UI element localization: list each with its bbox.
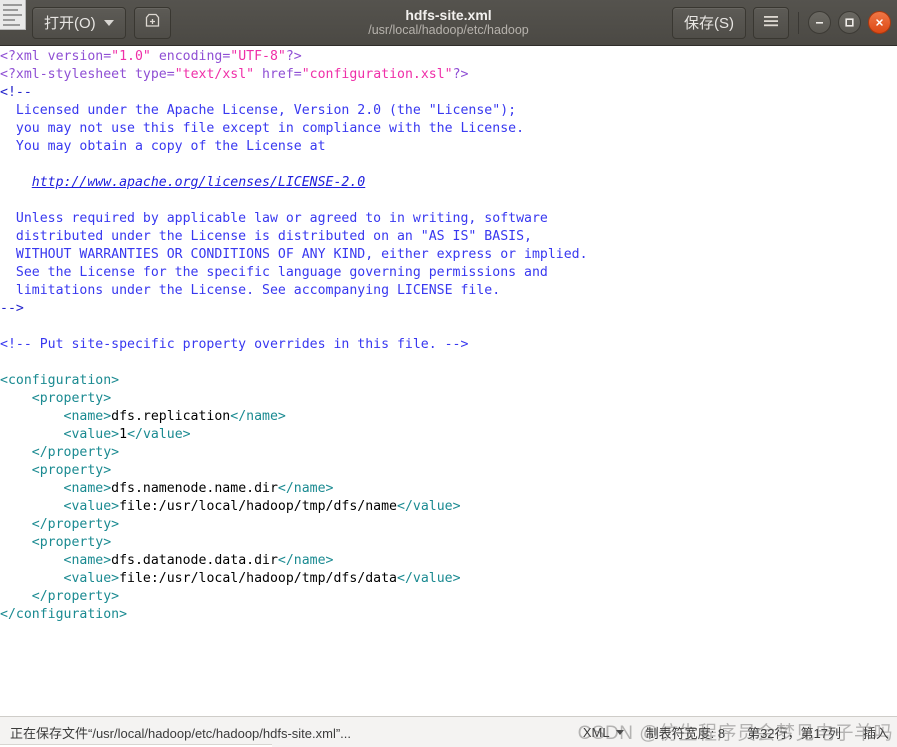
license-comment-line-6: WITHOUT WARRANTIES OR CONDITIONS OF ANY … xyxy=(0,247,588,262)
configuration-close-tag: </configuration> xyxy=(0,607,128,622)
license-comment-line-4: Unless required by applicable law or agr… xyxy=(0,211,548,226)
xml-decl-value-encoding: "UTF-8" xyxy=(230,49,286,64)
insert-mode-label: 插入 xyxy=(862,725,889,741)
property-1-value-close: </value> xyxy=(127,427,191,442)
property-3-name-close: </name> xyxy=(277,553,334,568)
license-comment-line-5: distributed under the License is distrib… xyxy=(0,229,532,244)
license-link-indent xyxy=(0,175,32,190)
stylesheet-pi-close: ?> xyxy=(452,67,469,82)
xml-declaration-close: ?> xyxy=(285,49,302,64)
property-2-name-open: <name> xyxy=(0,481,112,496)
xml-decl-value-version: "1.0" xyxy=(111,49,151,64)
save-button[interactable]: 保存(S) xyxy=(672,6,746,39)
stylesheet-attr-href: href= xyxy=(254,67,302,82)
file-name-title: hdfs-site.xml xyxy=(405,7,492,23)
property-1-name-text: dfs.replication xyxy=(111,409,231,424)
save-icon-button[interactable] xyxy=(133,6,171,39)
minimize-button[interactable] xyxy=(808,11,831,34)
property-3-value-text: file:/usr/local/hadoop/tmp/dfs/data xyxy=(119,571,397,586)
property-1-value-open: <value> xyxy=(63,427,120,442)
property-3-open-tag: <property> xyxy=(0,535,112,550)
tab-width-label: 制表符宽度: 8 xyxy=(645,725,726,741)
property-1-value-indent xyxy=(0,427,64,442)
property-2-open-tag: <property> xyxy=(0,463,112,478)
property-2-name-close: </name> xyxy=(277,481,334,496)
insert-mode-indicator[interactable]: 插入 xyxy=(863,723,889,742)
property-3-value-indent xyxy=(0,571,64,586)
maximize-icon xyxy=(844,17,855,28)
titlebar-right-group: 保存(S) xyxy=(672,6,891,39)
xml-decl-attr-version: version= xyxy=(47,49,112,64)
property-2-value-open: <value> xyxy=(63,499,120,514)
hamburger-menu-icon xyxy=(763,14,779,32)
license-comment-close: --> xyxy=(0,301,24,316)
property-3-close-tag: </property> xyxy=(0,589,120,604)
property-1-open-tag: <property> xyxy=(0,391,112,406)
property-1-name-close: </name> xyxy=(230,409,286,424)
chevron-down-icon xyxy=(615,729,624,735)
license-comment-open: <!-- xyxy=(0,85,32,100)
language-selector[interactable]: XML xyxy=(583,725,624,740)
license-comment-line-1: Licensed under the Apache License, Versi… xyxy=(0,103,517,118)
cursor-position-indicator[interactable]: 第32行，第17列 xyxy=(747,723,841,742)
open-button-label: 打开(O) xyxy=(44,15,96,32)
property-2-close-tag: </property> xyxy=(0,517,120,532)
status-message: 正在保存文件“/usr/local/hadoop/etc/hadoop/hdfs… xyxy=(10,725,352,741)
status-bar-right-group: XML 制表符宽度: 8 第32行，第17列 插入 xyxy=(583,723,897,742)
apache-license-url-link[interactable]: http://www.apache.org/licenses/LICENSE-2… xyxy=(32,175,365,190)
stylesheet-value-href: "configuration.xsl" xyxy=(301,67,453,82)
property-3-value-close: </value> xyxy=(397,571,461,586)
titlebar-divider xyxy=(798,11,799,34)
property-1-name-open: <name> xyxy=(0,409,112,424)
xml-declaration-open: <?xml xyxy=(0,49,48,64)
property-3-name-text: dfs.datanode.data.dir xyxy=(111,553,278,568)
document-icon xyxy=(0,0,26,30)
property-3-value-open: <value> xyxy=(63,571,120,586)
save-button-label: 保存(S) xyxy=(684,15,734,32)
stylesheet-value-type: "text/xsl" xyxy=(174,67,255,82)
license-comment-line-3: You may obtain a copy of the License at xyxy=(0,139,326,154)
cursor-position-label: 第32行，第17列 xyxy=(747,725,841,741)
license-comment-line-7: See the License for the specific languag… xyxy=(0,265,548,280)
save-disk-icon xyxy=(144,12,161,33)
titlebar-left-group: 打开(O) xyxy=(6,6,171,39)
xml-source-code[interactable]: <?xml version="1.0" encoding="UTF-8"?> <… xyxy=(0,46,897,624)
chevron-down-icon xyxy=(103,19,114,26)
property-2-value-close: </value> xyxy=(397,499,461,514)
property-1-value-text: 1 xyxy=(119,427,128,442)
property-2-value-text: file:/usr/local/hadoop/tmp/dfs/name xyxy=(119,499,397,514)
stylesheet-pi-open: <?xml-stylesheet xyxy=(0,67,135,82)
file-path-subtitle: /usr/local/hadoop/etc/hadoop xyxy=(368,23,529,37)
close-icon xyxy=(874,17,885,28)
tab-width-selector[interactable]: 制表符宽度: 8 xyxy=(646,723,725,742)
property-1-close-tag: </property> xyxy=(0,445,120,460)
status-bar: 正在保存文件“/usr/local/hadoop/etc/hadoop/hdfs… xyxy=(0,716,897,747)
text-editor-area[interactable]: <?xml version="1.0" encoding="UTF-8"?> <… xyxy=(0,46,897,716)
language-label: XML xyxy=(582,724,610,740)
maximize-button[interactable] xyxy=(838,11,861,34)
close-button[interactable] xyxy=(868,11,891,34)
property-3-name-open: <name> xyxy=(0,553,112,568)
license-comment-line-8: limitations under the License. See accom… xyxy=(0,283,501,298)
minimize-icon xyxy=(814,17,825,28)
menu-button[interactable] xyxy=(753,6,789,39)
property-2-name-text: dfs.namenode.name.dir xyxy=(111,481,278,496)
license-comment-line-2: you may not use this file except in comp… xyxy=(0,121,525,136)
site-specific-comment: <!-- Put site-specific property override… xyxy=(0,337,469,352)
stylesheet-attr-type: type= xyxy=(134,67,175,82)
property-2-value-indent xyxy=(0,499,64,514)
xml-decl-attr-encoding: encoding= xyxy=(150,49,231,64)
configuration-open-tag: <configuration> xyxy=(0,373,120,388)
title-bar: 打开(O) hdfs-site.xml /usr/local/hadoop/et… xyxy=(0,0,897,46)
open-button[interactable]: 打开(O) xyxy=(32,6,126,39)
